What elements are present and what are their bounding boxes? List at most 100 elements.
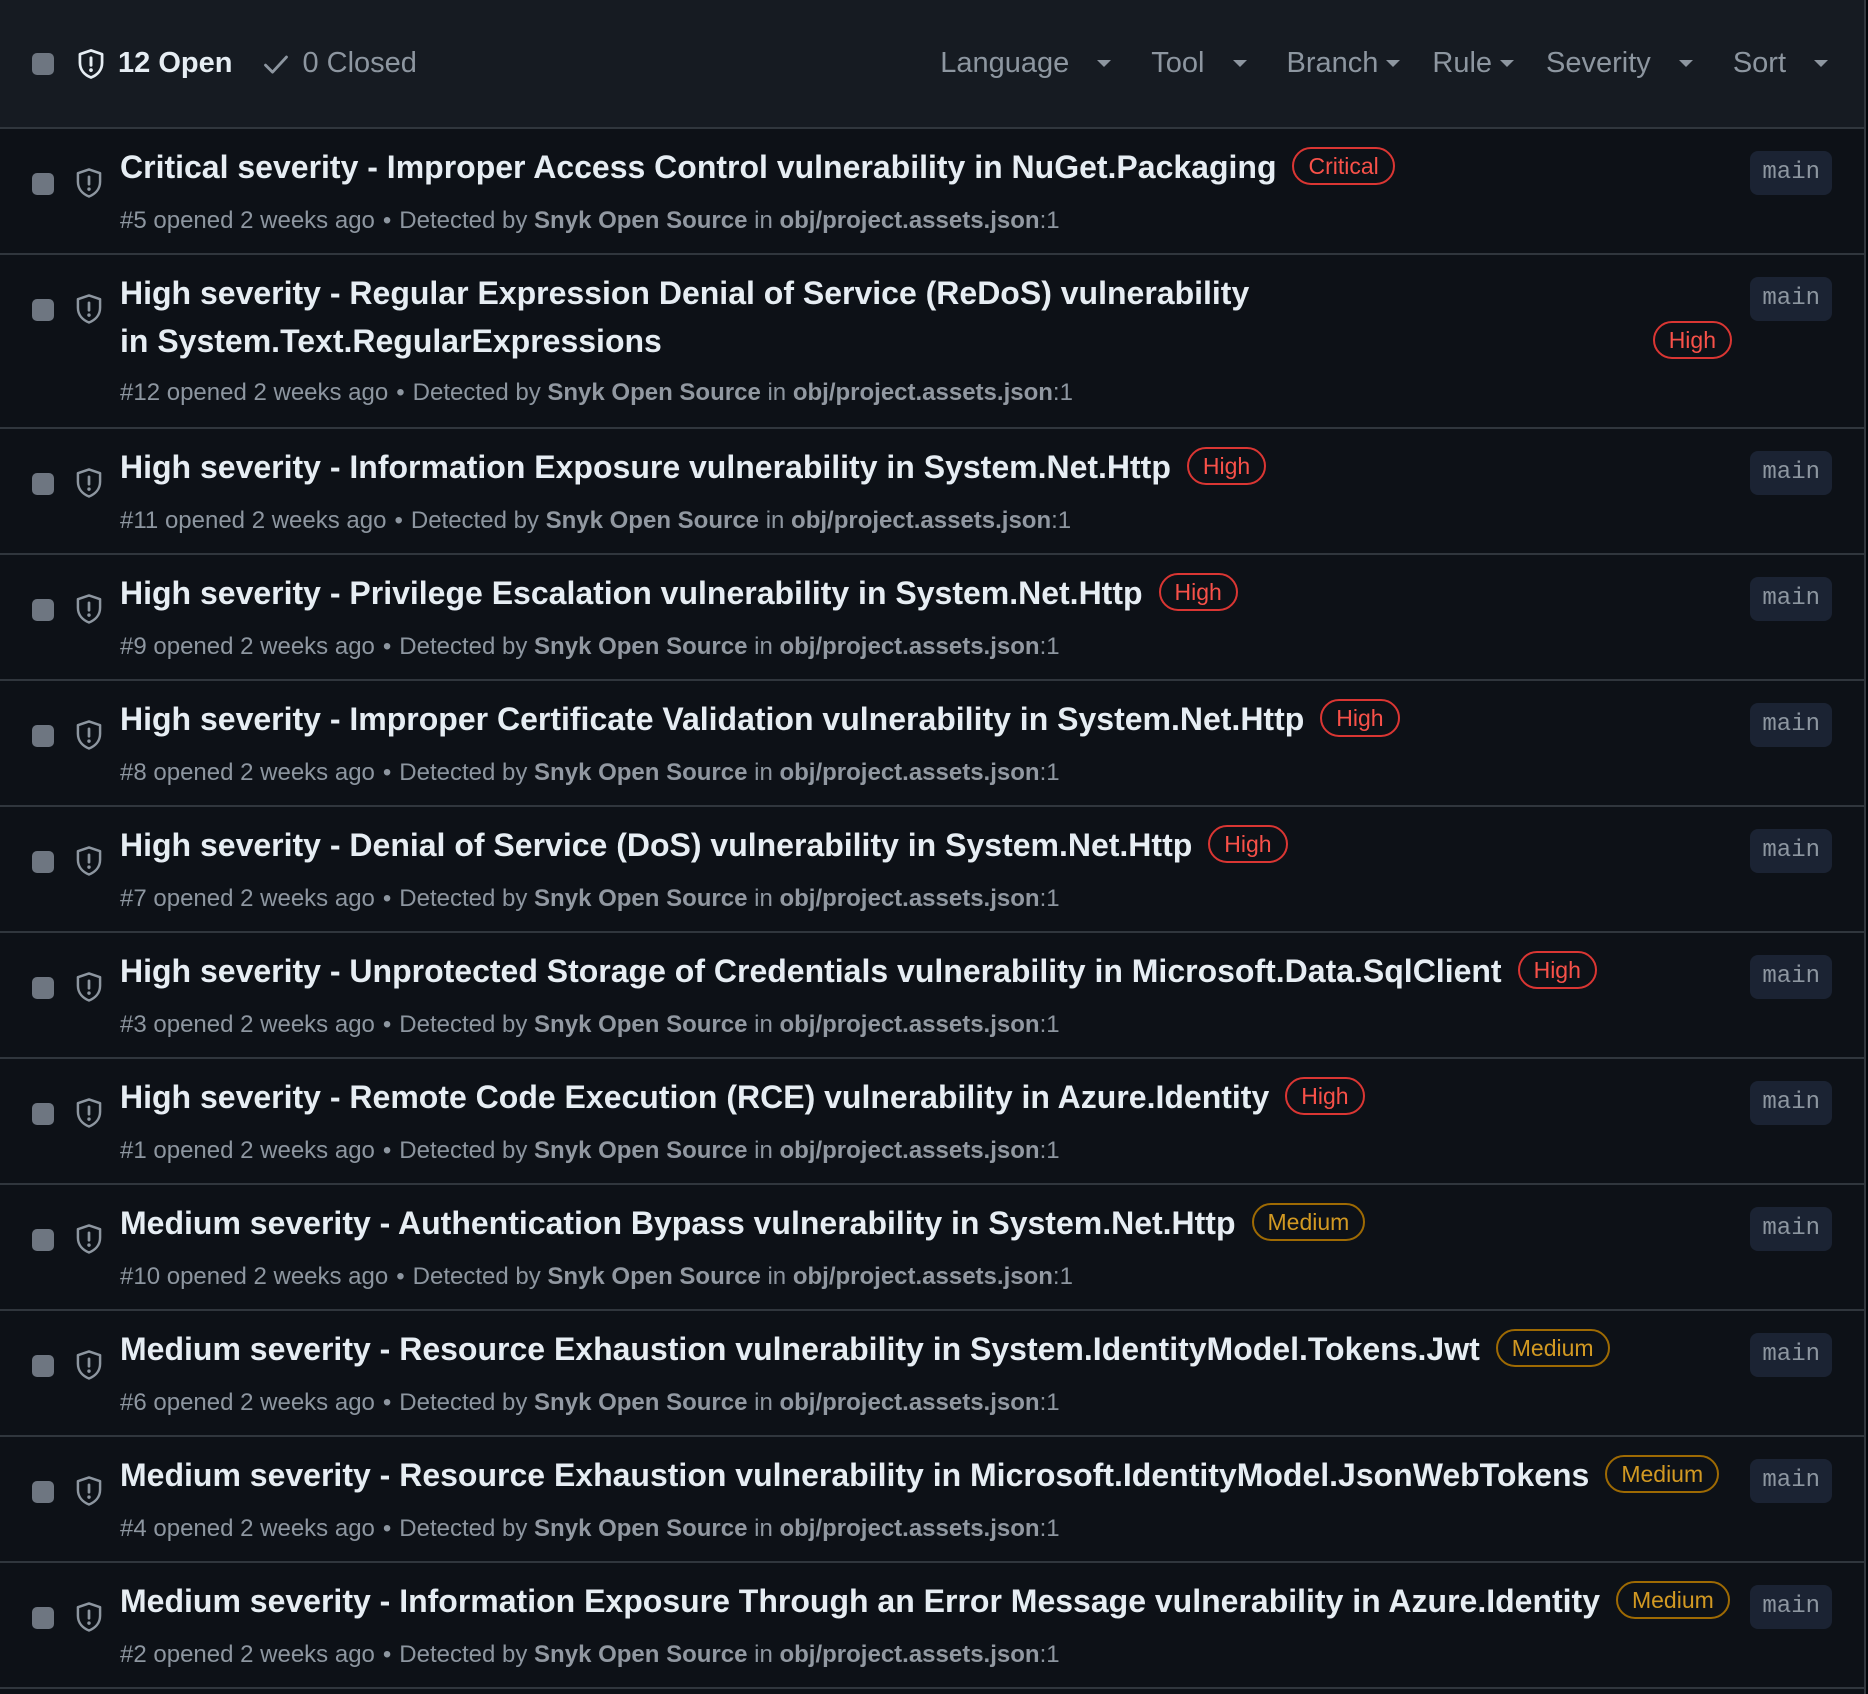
alert-row[interactable]: Medium severity - Resource Exhaustion vu… xyxy=(0,1311,1864,1437)
rule-filter[interactable]: Rule xyxy=(1432,47,1515,80)
separator-dot: • xyxy=(382,1641,392,1668)
alert-title-link[interactable]: Medium severity - Resource Exhaustion vu… xyxy=(120,1331,1480,1367)
alert-title-container: High severity - Regular Expression Denia… xyxy=(120,269,1280,365)
check-icon xyxy=(264,55,289,74)
shield-icon xyxy=(74,719,104,756)
alert-number: #12 xyxy=(120,379,161,406)
in-label: in xyxy=(754,885,773,912)
file-path[interactable]: obj/project.assets.json xyxy=(779,1389,1039,1416)
tool-filter-label: Tool xyxy=(1151,47,1205,79)
alert-row[interactable]: High severity - Denial of Service (DoS) … xyxy=(0,807,1864,933)
alert-number: #1 xyxy=(120,1137,147,1164)
branch-label[interactable]: main xyxy=(1750,955,1832,999)
caret-down-icon xyxy=(1678,60,1693,67)
alert-title-link[interactable]: Medium severity - Authentication Bypass … xyxy=(120,1205,1236,1241)
sort-filter[interactable]: Sort xyxy=(1733,47,1828,80)
open-filter[interactable]: 12 Open xyxy=(76,47,232,80)
alert-checkbox[interactable] xyxy=(32,173,54,195)
tool-name: Snyk Open Source xyxy=(534,1389,748,1416)
in-label: in xyxy=(754,1641,773,1668)
alert-row[interactable]: Medium severity - Information Exposure T… xyxy=(0,1563,1864,1689)
branch-label[interactable]: main xyxy=(1750,451,1832,495)
alert-meta: #7 opened 2 weeks ago • Detected by Snyk O… xyxy=(120,885,1060,913)
alert-opened-time: opened 2 weeks ago xyxy=(153,633,375,660)
line-number: :1 xyxy=(1052,1263,1073,1290)
alert-checkbox[interactable] xyxy=(32,1607,54,1629)
detected-by-label: Detected by xyxy=(399,1011,528,1038)
line-number: :1 xyxy=(1052,379,1073,406)
alert-title-link[interactable]: High severity - Information Exposure vul… xyxy=(120,449,1171,485)
file-path[interactable]: obj/project.assets.json xyxy=(779,1515,1039,1542)
branch-label[interactable]: main xyxy=(1750,277,1832,321)
alert-row[interactable]: High severity - Information Exposure vul… xyxy=(0,429,1864,555)
alert-checkbox[interactable] xyxy=(32,599,54,621)
detected-by-label: Detected by xyxy=(412,379,541,406)
alert-row[interactable]: High severity - Unprotected Storage of C… xyxy=(0,933,1864,1059)
detected-by-label: Detected by xyxy=(399,1389,528,1416)
file-path[interactable]: obj/project.assets.json xyxy=(791,507,1051,534)
severity-badge: Medium xyxy=(1251,1203,1366,1241)
closed-filter[interactable]: 0 Closed xyxy=(262,47,417,80)
alert-checkbox[interactable] xyxy=(32,1103,54,1125)
alert-checkbox[interactable] xyxy=(32,299,54,321)
alert-title-container: Medium severity - Authentication Bypass … xyxy=(120,1199,1366,1247)
branch-label[interactable]: main xyxy=(1750,577,1832,621)
tool-filter[interactable]: Tool xyxy=(1151,47,1247,80)
branch-label[interactable]: main xyxy=(1750,1207,1832,1251)
file-path[interactable]: obj/project.assets.json xyxy=(779,207,1039,234)
alert-title-link[interactable]: High severity - Remote Code Execution (R… xyxy=(120,1079,1269,1115)
separator-dot: • xyxy=(382,207,392,234)
file-path[interactable]: obj/project.assets.json xyxy=(779,1137,1039,1164)
alert-number: #3 xyxy=(120,1011,147,1038)
language-filter[interactable]: Language xyxy=(940,47,1112,80)
branch-label[interactable]: main xyxy=(1750,1333,1832,1377)
alert-checkbox[interactable] xyxy=(32,977,54,999)
alert-title-link[interactable]: High severity - Denial of Service (DoS) … xyxy=(120,827,1192,863)
alert-opened-time: opened 2 weeks ago xyxy=(153,1641,375,1668)
shield-icon xyxy=(74,1475,104,1512)
select-all-checkbox[interactable] xyxy=(32,52,54,75)
alert-row[interactable]: Medium severity - Resource Exhaustion vu… xyxy=(0,1437,1864,1563)
branch-label[interactable]: main xyxy=(1750,1081,1832,1125)
severity-filter[interactable]: Severity xyxy=(1546,47,1693,80)
file-path[interactable]: obj/project.assets.json xyxy=(779,759,1039,786)
alert-checkbox[interactable] xyxy=(32,1355,54,1377)
alert-title-container: Medium severity - Resource Exhaustion vu… xyxy=(120,1451,1720,1499)
alert-checkbox[interactable] xyxy=(32,725,54,747)
alert-row[interactable]: Critical severity - Improper Access Cont… xyxy=(0,129,1864,255)
alert-title-link[interactable]: Critical severity - Improper Access Cont… xyxy=(120,149,1276,185)
line-number: :1 xyxy=(1039,885,1060,912)
branch-label[interactable]: main xyxy=(1750,1585,1832,1629)
filter-bar: Language Tool Branch Rule Severity Sort xyxy=(940,0,1864,127)
file-path[interactable]: obj/project.assets.json xyxy=(779,1641,1039,1668)
alert-row[interactable]: High severity - Remote Code Execution (R… xyxy=(0,1059,1864,1185)
alert-title-link[interactable]: High severity - Regular Expression Denia… xyxy=(120,275,1249,359)
branch-filter[interactable]: Branch xyxy=(1287,47,1401,80)
detected-by-label: Detected by xyxy=(399,885,528,912)
alert-title-link[interactable]: High severity - Unprotected Storage of C… xyxy=(120,953,1502,989)
alert-title-link[interactable]: Medium severity - Resource Exhaustion vu… xyxy=(120,1457,1589,1493)
alert-row[interactable]: High severity - Improper Certificate Val… xyxy=(0,681,1864,807)
alert-row[interactable]: High severity - Privilege Escalation vul… xyxy=(0,555,1864,681)
file-path[interactable]: obj/project.assets.json xyxy=(779,1011,1039,1038)
alert-row[interactable]: Medium severity - Authentication Bypass … xyxy=(0,1185,1864,1311)
alert-checkbox[interactable] xyxy=(32,851,54,873)
alert-title-link[interactable]: Medium severity - Information Exposure T… xyxy=(120,1583,1600,1619)
file-path[interactable]: obj/project.assets.json xyxy=(793,379,1053,406)
file-path[interactable]: obj/project.assets.json xyxy=(779,633,1039,660)
file-path[interactable]: obj/project.assets.json xyxy=(779,885,1039,912)
alert-title-container: High severity - Information Exposure vul… xyxy=(120,443,1267,491)
alert-title-link[interactable]: High severity - Privilege Escalation vul… xyxy=(120,575,1143,611)
branch-label[interactable]: main xyxy=(1750,703,1832,747)
alert-row[interactable]: High severity - Regular Expression Denia… xyxy=(0,255,1864,429)
branch-label[interactable]: main xyxy=(1750,829,1832,873)
alert-checkbox[interactable] xyxy=(32,1481,54,1503)
file-path[interactable]: obj/project.assets.json xyxy=(793,1263,1053,1290)
alert-title-link[interactable]: High severity - Improper Certificate Val… xyxy=(120,701,1304,737)
branch-label[interactable]: main xyxy=(1750,1459,1832,1503)
alert-checkbox[interactable] xyxy=(32,473,54,495)
alert-checkbox[interactable] xyxy=(32,1229,54,1251)
severity-badge: High xyxy=(1517,951,1597,989)
branch-label[interactable]: main xyxy=(1750,151,1832,195)
alert-meta: #5 opened 2 weeks ago • Detected by Snyk O… xyxy=(120,207,1060,235)
